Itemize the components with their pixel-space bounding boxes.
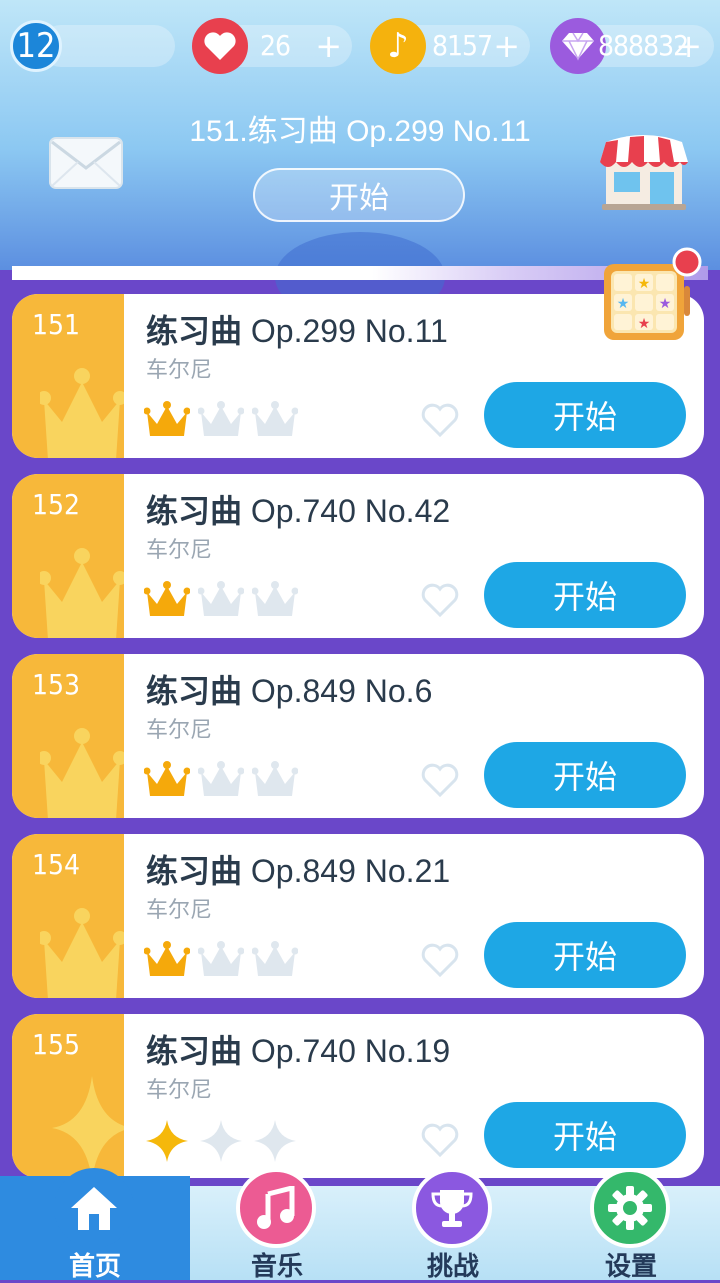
song-card[interactable]: 154 练习曲 Op.849 No.21 车尔尼 开始 (12, 834, 704, 998)
song-composer: 车尔尼 (146, 538, 213, 563)
level-indicator: 12 (10, 20, 175, 72)
nav-home[interactable]: 首页 (40, 1168, 150, 1282)
crown-icon-filled (144, 941, 190, 976)
song-title: 练习曲 Op.740 No.19 (146, 1032, 451, 1070)
favorite-heart-icon[interactable] (420, 402, 460, 438)
crown-icon-filled (144, 401, 190, 436)
start-button[interactable]: 开始 (484, 922, 686, 988)
crown-icon-empty (252, 401, 298, 436)
gems-counter[interactable]: 888832 + (550, 18, 714, 74)
song-title: 练习曲 Op.849 No.21 (146, 852, 451, 890)
nav-challenge[interactable]: 挑战 (398, 1168, 508, 1282)
home-icon (54, 1168, 134, 1248)
level-badge: 12 (10, 20, 62, 72)
svg-text:★: ★ (638, 276, 651, 292)
song-rank-panel: 154 (12, 834, 124, 998)
svg-text:★: ★ (617, 296, 630, 312)
lives-value: 26 (260, 29, 291, 62)
crown-icon-empty (252, 941, 298, 976)
song-rank-panel: 153 (12, 654, 124, 818)
mail-icon[interactable] (48, 134, 124, 194)
nav-settings[interactable]: 设置 (576, 1168, 686, 1282)
song-card[interactable]: 155 练习曲 Op.740 No.19 车尔尼 开始 (12, 1014, 704, 1178)
crown-icon-empty (198, 401, 244, 436)
crown-rating (144, 760, 298, 800)
favorite-heart-icon[interactable] (420, 1122, 460, 1158)
sparkle-icon-empty (200, 1120, 242, 1162)
crown-watermark-icon (40, 368, 124, 458)
nav-challenge-label: 挑战 (426, 1252, 479, 1282)
crown-icon-filled (144, 761, 190, 796)
start-button[interactable]: 开始 (484, 1102, 686, 1168)
song-rank-panel: 152 (12, 474, 124, 638)
shop-icon[interactable] (596, 128, 692, 216)
song-title: 练习曲 Op.740 No.42 (146, 492, 451, 530)
crown-rating (144, 940, 298, 980)
crown-icon-empty (198, 761, 244, 796)
crown-icon-filled (144, 581, 190, 616)
nav-music[interactable]: 音乐 (222, 1168, 332, 1282)
gear-icon (590, 1168, 670, 1248)
bingo-slot-icon[interactable]: ★ ★ ★ ★ (600, 246, 704, 346)
crown-icon-empty (252, 581, 298, 616)
sparkle-icon-empty (254, 1120, 296, 1162)
add-lives-button[interactable]: + (315, 27, 342, 65)
song-composer: 车尔尼 (146, 898, 213, 923)
favorite-heart-icon[interactable] (420, 942, 460, 978)
song-title: 练习曲 Op.299 No.11 (146, 312, 448, 350)
featured-song-title: 151.练习曲 Op.299 No.11 (189, 115, 531, 148)
lives-counter[interactable]: 26 + (192, 18, 352, 74)
song-number: 154 (32, 848, 81, 881)
start-button[interactable]: 开始 (484, 382, 686, 448)
add-gems-button[interactable]: + (675, 27, 702, 65)
nav-music-label: 音乐 (250, 1252, 303, 1282)
song-composer: 车尔尼 (146, 358, 213, 383)
svg-text:★: ★ (659, 296, 672, 312)
song-rank-panel: 151 (12, 294, 124, 458)
crown-watermark-icon (40, 908, 124, 998)
sparkle-icon-filled (146, 1120, 188, 1162)
notes-counter[interactable]: ♪ 8157 + (370, 18, 530, 74)
music-note-icon: ♪ (370, 18, 426, 74)
nav-settings-label: 设置 (604, 1252, 657, 1282)
crown-icon-empty (198, 941, 244, 976)
song-number: 152 (32, 488, 81, 521)
trophy-icon (412, 1168, 492, 1248)
crown-watermark-icon (40, 728, 124, 818)
crown-watermark-icon (40, 548, 124, 638)
heart-icon (192, 18, 248, 74)
crown-rating (144, 400, 298, 440)
notes-value: 8157 (432, 29, 493, 62)
sparkle-rating (144, 1118, 298, 1164)
song-number: 153 (32, 668, 81, 701)
song-card[interactable]: 152 练习曲 Op.740 No.42 车尔尼 开始 (12, 474, 704, 638)
song-composer: 车尔尼 (146, 718, 213, 743)
crown-rating (144, 580, 298, 620)
start-button[interactable]: 开始 (484, 562, 686, 628)
music-icon (236, 1168, 316, 1248)
favorite-heart-icon[interactable] (420, 762, 460, 798)
crown-icon-empty (198, 581, 244, 616)
song-card[interactable]: 153 练习曲 Op.849 No.6 车尔尼 开始 (12, 654, 704, 818)
crown-icon-empty (252, 761, 298, 796)
add-notes-button[interactable]: + (493, 27, 520, 65)
song-title: 练习曲 Op.849 No.6 (146, 672, 433, 710)
svg-text:★: ★ (638, 316, 651, 332)
song-number: 151 (32, 308, 81, 341)
favorite-heart-icon[interactable] (420, 582, 460, 618)
song-rank-panel: 155 (12, 1014, 124, 1178)
nav-home-label: 首页 (68, 1252, 121, 1282)
song-number: 155 (32, 1028, 81, 1061)
featured-start-button[interactable]: 开始 (253, 168, 465, 222)
sparkle-watermark-icon (52, 1076, 124, 1178)
song-composer: 车尔尼 (146, 1078, 213, 1103)
start-button[interactable]: 开始 (484, 742, 686, 808)
